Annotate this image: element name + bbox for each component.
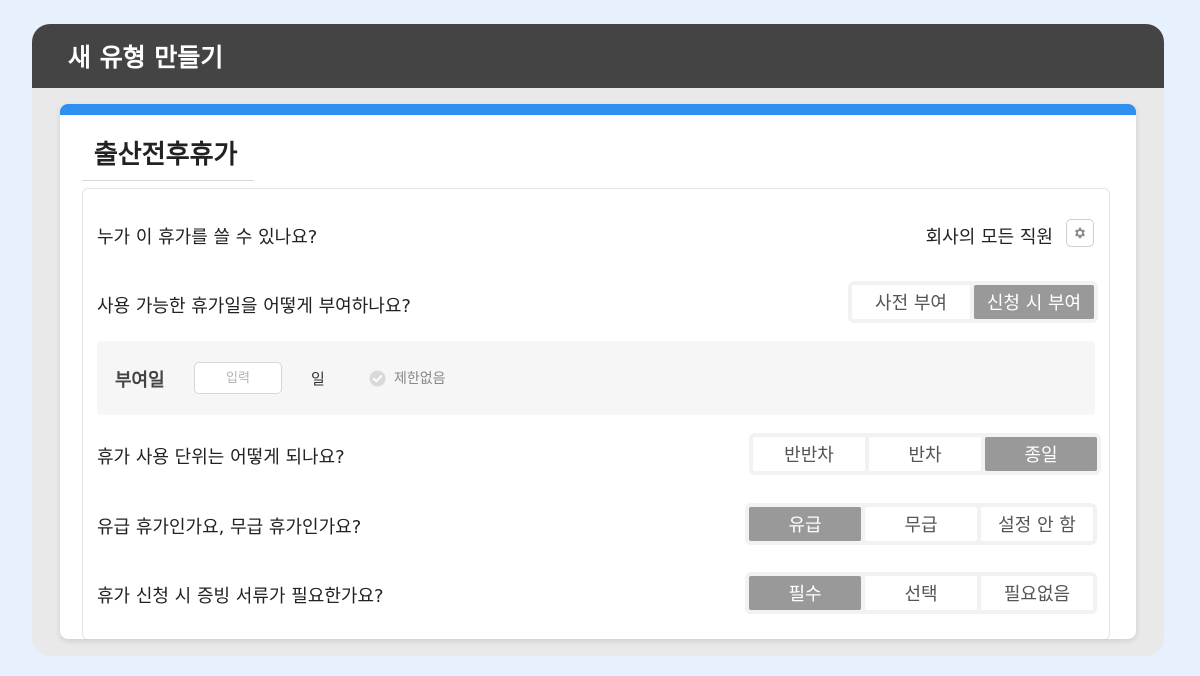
leave-type-card: 출산전후휴가 누가 이 휴가를 쓸 수 있나요? 회사의 모든 직원 사용 가능… — [60, 104, 1136, 639]
card-accent-bar — [60, 104, 1136, 115]
no-limit-label: 제한없음 — [394, 371, 446, 387]
grant-days-input[interactable] — [194, 362, 282, 394]
dialog-window: 새 유형 만들기 출산전후휴가 누가 이 휴가를 쓸 수 있나요? 회사의 모든… — [32, 24, 1164, 656]
option-quarter-day[interactable]: 반반차 — [753, 437, 865, 471]
option-advance-grant[interactable]: 사전 부여 — [852, 285, 970, 319]
card-title: 출산전후휴가 — [94, 140, 238, 170]
who-settings-button[interactable] — [1066, 219, 1094, 247]
who-value: 회사의 모든 직원 — [925, 227, 1053, 248]
grant-method-selector: 사전 부여 신청 시 부여 — [848, 281, 1098, 323]
option-unpaid[interactable]: 무급 — [865, 507, 977, 541]
option-not-needed[interactable]: 필요없음 — [981, 576, 1093, 610]
paid-selector: 유급 무급 설정 안 함 — [745, 503, 1097, 545]
window-title: 새 유형 만들기 — [68, 43, 224, 72]
option-required[interactable]: 필수 — [749, 576, 861, 610]
proof-question: 휴가 신청 시 증빙 서류가 필요한가요? — [97, 586, 384, 607]
who-question: 누가 이 휴가를 쓸 수 있나요? — [97, 227, 318, 248]
unit-selector: 반반차 반차 종일 — [749, 433, 1101, 475]
proof-selector: 필수 선택 필요없음 — [745, 572, 1097, 614]
grant-method-question: 사용 가능한 휴가일을 어떻게 부여하나요? — [97, 296, 411, 317]
card-title-area: 출산전후휴가 — [82, 130, 254, 181]
grant-days-label: 부여일 — [115, 370, 165, 391]
grant-days-panel: 부여일 일 제한없음 — [97, 341, 1095, 415]
settings-panel: 누가 이 휴가를 쓸 수 있나요? 회사의 모든 직원 사용 가능한 휴가일을 … — [82, 188, 1110, 639]
paid-question: 유급 휴가인가요, 무급 휴가인가요? — [97, 517, 362, 538]
option-optional[interactable]: 선택 — [865, 576, 977, 610]
check-circle-icon — [369, 369, 386, 387]
no-limit-checkbox[interactable]: 제한없음 — [369, 368, 446, 388]
option-not-set[interactable]: 설정 안 함 — [981, 507, 1093, 541]
option-full-day[interactable]: 종일 — [985, 437, 1097, 471]
gear-icon — [1075, 227, 1085, 239]
option-paid[interactable]: 유급 — [749, 507, 861, 541]
unit-question: 휴가 사용 단위는 어떻게 되나요? — [97, 447, 345, 468]
titlebar: 새 유형 만들기 — [32, 24, 1164, 88]
option-half-day[interactable]: 반차 — [869, 437, 981, 471]
option-grant-on-request[interactable]: 신청 시 부여 — [974, 285, 1094, 319]
grant-days-unit: 일 — [311, 370, 325, 388]
